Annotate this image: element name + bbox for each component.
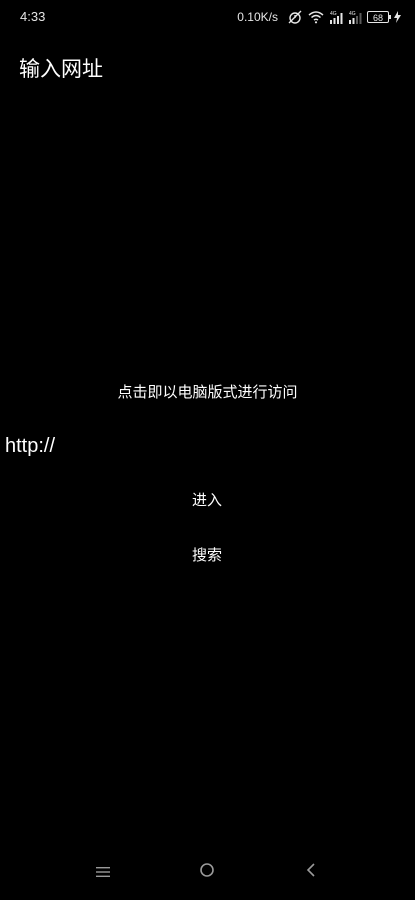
status-time: 4:33 (20, 9, 46, 24)
menu-button[interactable] (88, 860, 118, 884)
charging-icon (394, 11, 401, 23)
desktop-mode-link[interactable]: 点击即以电脑版式进行访问 (0, 379, 415, 404)
home-icon (199, 862, 215, 882)
network-speed: 0.10K/s (237, 10, 278, 24)
menu-icon (96, 863, 110, 882)
back-icon (305, 862, 317, 882)
back-button[interactable] (296, 860, 326, 884)
search-button[interactable]: 搜索 (147, 536, 267, 572)
status-bar: 4:33 0.10K/s 4G 4G 68 (0, 0, 415, 36)
signal-4g-icon: 4G (329, 10, 343, 24)
svg-text:4G: 4G (349, 11, 356, 17)
system-nav-bar (0, 850, 415, 894)
signal-4g-icon: 4G (348, 10, 362, 24)
svg-text:4G: 4G (330, 11, 337, 17)
wifi-icon (308, 10, 324, 24)
battery-indicator: 68 (367, 11, 391, 23)
alarm-off-icon (287, 9, 303, 25)
page-title: 输入网址 (19, 57, 103, 81)
enter-button[interactable]: 进入 (147, 481, 267, 517)
status-icons: 0.10K/s 4G 4G 68 (237, 8, 401, 26)
home-button[interactable] (192, 860, 222, 884)
url-input[interactable] (0, 426, 415, 466)
